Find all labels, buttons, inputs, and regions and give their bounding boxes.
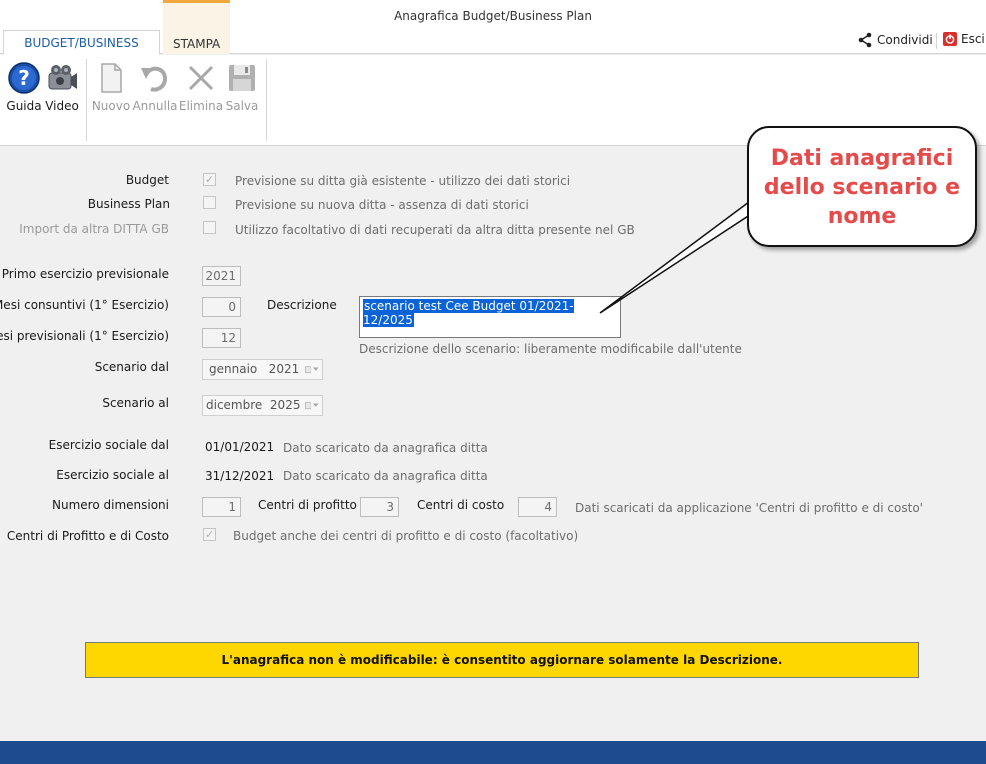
descrizione-hint: Descrizione dello scenario: liberamente …	[359, 342, 742, 356]
import-ditta-checkbox[interactable]	[203, 221, 216, 234]
callout-line: Dati anagrafici	[770, 146, 954, 171]
centri-pc-description: Budget anche dei centri di profitto e di…	[233, 529, 579, 543]
new-document-icon	[101, 63, 122, 93]
primo-esercizio-label: Primo esercizio previsionale	[1, 267, 169, 281]
budget-label: Budget	[125, 173, 169, 187]
import-ditta-description: Utilizzo facoltativo di dati recuperati …	[235, 223, 635, 237]
budget-checkbox[interactable]: ✓	[203, 173, 216, 186]
scenario-al-label: Scenario al	[102, 396, 169, 410]
annulla-label: Annulla	[132, 99, 178, 113]
undo-icon	[141, 66, 167, 92]
business-plan-label: Business Plan	[87, 197, 170, 211]
ribbon-divider	[266, 59, 267, 141]
tab-budget-business-plan[interactable]: BUDGET/BUSINESS PLAN	[3, 30, 160, 74]
video-camera-icon	[48, 65, 77, 90]
annulla-button[interactable]: Annulla	[131, 61, 179, 113]
help-icon: ?	[8, 62, 40, 94]
exit-button[interactable]: Esci	[943, 32, 985, 46]
descrizione-field[interactable]: scenario test Cee Budget 01/2021-12/2025	[359, 296, 621, 338]
video-button[interactable]: Video	[38, 61, 86, 113]
nuovo-button[interactable]: Nuovo	[87, 61, 135, 113]
descrizione-label: Descrizione	[267, 298, 337, 312]
scenario-al-value: dicembre 2025	[206, 398, 301, 412]
callout-bubble: Dati anagrafici dello scenario e nome	[747, 126, 977, 247]
esercizio-dal-label: Esercizio sociale dal	[48, 438, 169, 452]
title-bar: Anagrafica Budget/Business Plan BUDGET/B…	[0, 0, 986, 74]
centri-profitto-field[interactable]: 3	[360, 497, 399, 517]
esercizio-al-hint: Dato scaricato da anagrafica ditta	[283, 469, 488, 483]
elimina-label: Elimina	[178, 99, 224, 113]
svg-text:?: ?	[18, 66, 30, 90]
esercizio-al-label: Esercizio sociale al	[56, 468, 169, 482]
mesi-consuntivi-field[interactable]: 0	[202, 297, 241, 317]
numero-dimensioni-label: Numero dimensioni	[52, 498, 169, 512]
status-bar	[0, 741, 986, 764]
mesi-consuntivi-label: Mesi consuntivi (1° Esercizio)	[0, 298, 169, 312]
power-icon	[943, 32, 957, 46]
primo-esercizio-field[interactable]: 2021	[202, 266, 241, 286]
salva-button[interactable]: Salva	[218, 61, 266, 113]
share-label: Condividi	[877, 33, 933, 47]
centri-profitto-label: Centri di profitto	[258, 498, 357, 512]
delete-icon	[188, 65, 214, 91]
share-icon	[858, 32, 872, 48]
mesi-previsionali-field[interactable]: 12	[202, 328, 241, 348]
centri-costo-label: Centri di costo	[417, 498, 505, 512]
esercizio-dal-hint: Dato scaricato da anagrafica ditta	[283, 441, 488, 455]
centri-hint: Dati scaricati da applicazione 'Centri d…	[575, 501, 923, 515]
window-title: Anagrafica Budget/Business Plan	[394, 9, 592, 23]
video-label: Video	[45, 99, 79, 113]
guida-label: Guida	[6, 99, 42, 113]
esercizio-al-value: 31/12/2021	[205, 469, 275, 483]
numero-dimensioni-field[interactable]: 1	[202, 497, 241, 517]
notice-banner: L'anagrafica non è modificabile: è conse…	[85, 642, 919, 678]
budget-description: Previsione su ditta già esistente - util…	[235, 174, 571, 188]
business-plan-checkbox[interactable]	[203, 196, 216, 209]
esercizio-dal-value: 01/01/2021	[205, 440, 275, 454]
tab-stampa[interactable]: STAMPA	[163, 0, 230, 54]
calendar-dropdown-icon	[305, 363, 319, 376]
callout-line: nome	[827, 204, 897, 229]
toolbar-divider	[936, 33, 937, 49]
nuovo-label: Nuovo	[91, 99, 131, 113]
calendar-dropdown-icon	[305, 399, 319, 412]
exit-label: Esci	[961, 32, 985, 46]
scenario-dal-picker[interactable]: gennaio 2021	[202, 359, 323, 380]
centri-pc-checkbox[interactable]: ✓	[203, 528, 216, 541]
salva-label: Salva	[225, 99, 259, 113]
centri-pc-label: Centri di Profitto e di Costo	[6, 529, 169, 543]
scenario-al-picker[interactable]: dicembre 2025	[202, 395, 323, 416]
mesi-previsionali-label: Mesi previsionali (1° Esercizio)	[0, 329, 169, 343]
descrizione-value: scenario test Cee Budget 01/2021-12/2025	[363, 299, 574, 327]
share-button[interactable]: Condividi	[857, 32, 933, 48]
scenario-dal-value: gennaio 2021	[209, 362, 300, 376]
import-ditta-label: Import da altra DITTA GB	[19, 222, 169, 236]
scenario-dal-label: Scenario dal	[94, 360, 169, 374]
business-plan-description: Previsione su nuova ditta - assenza di d…	[235, 198, 529, 212]
callout-line: dello scenario e	[763, 175, 961, 200]
centri-costo-field[interactable]: 4	[518, 497, 557, 517]
save-icon	[229, 65, 255, 91]
